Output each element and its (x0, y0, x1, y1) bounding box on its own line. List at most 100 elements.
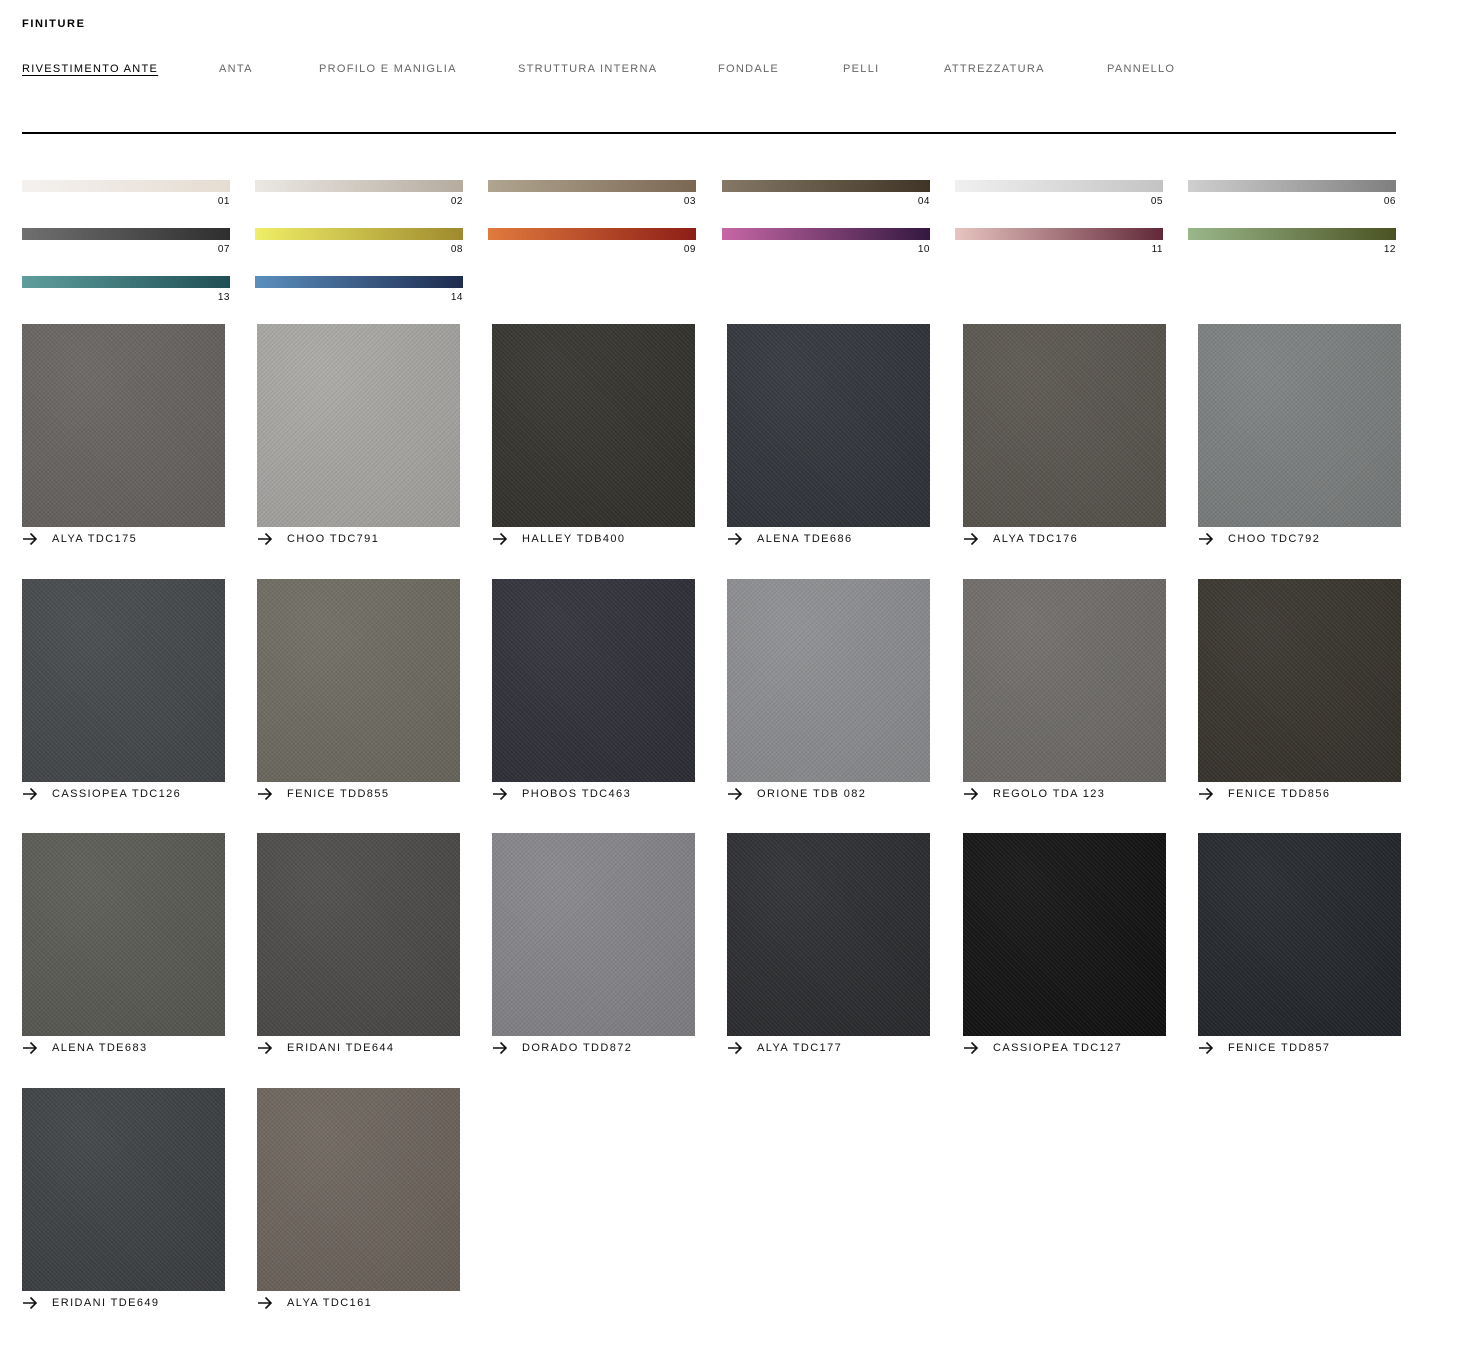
tab-fondale[interactable]: FONDALE (718, 63, 779, 75)
fabric-caption[interactable]: ALYA TDC176 (963, 531, 1193, 547)
arrow-right-icon (22, 1296, 38, 1310)
fabric-caption[interactable]: ALYA TDC175 (22, 531, 252, 547)
color-family-swatch[interactable]: 04 (722, 180, 930, 210)
fabric-card[interactable]: ALENA TDE683 (22, 833, 226, 1061)
color-family-number: 07 (217, 244, 230, 255)
fabric-caption[interactable]: HALLEY TDB400 (492, 531, 722, 547)
color-family-swatch[interactable]: 14 (255, 276, 463, 306)
fabric-swatch-image[interactable] (727, 579, 930, 782)
fabric-swatch-image[interactable] (963, 324, 1166, 527)
fabric-swatch-image[interactable] (492, 324, 695, 527)
fabric-caption[interactable]: REGOLO TDA 123 (963, 786, 1193, 802)
arrow-right-icon (492, 1041, 508, 1055)
color-family-swatch[interactable]: 03 (488, 180, 696, 210)
arrow-right-icon (963, 532, 979, 546)
fabric-caption[interactable]: ALYA TDC161 (257, 1295, 487, 1311)
color-family-swatch[interactable]: 05 (955, 180, 1163, 210)
color-family-swatch[interactable]: 08 (255, 228, 463, 258)
fabric-caption[interactable]: ALENA TDE683 (22, 1040, 252, 1056)
fabric-caption[interactable]: ALYA TDC177 (727, 1040, 957, 1056)
fabric-caption[interactable]: CASSIOPEA TDC127 (963, 1040, 1193, 1056)
color-gradient-bar (488, 228, 696, 240)
fabric-caption[interactable]: CASSIOPEA TDC126 (22, 786, 252, 802)
fabric-card[interactable]: ALENA TDE686 (727, 324, 931, 552)
color-family-number: 05 (1150, 196, 1163, 207)
fabric-caption[interactable]: CHOO TDC791 (257, 531, 487, 547)
color-family-number: 02 (450, 196, 463, 207)
fabric-caption[interactable]: PHOBOS TDC463 (492, 786, 722, 802)
fabric-swatch-image[interactable] (257, 1088, 460, 1291)
fabric-swatch-image[interactable] (257, 833, 460, 1036)
color-family-number: 12 (1383, 244, 1396, 255)
fabric-card[interactable]: ALYA TDC161 (257, 1088, 461, 1316)
fabric-name: ERIDANI TDE644 (287, 1042, 395, 1054)
color-family-swatch[interactable]: 06 (1188, 180, 1396, 210)
color-gradient-bar (255, 180, 463, 192)
fabric-caption[interactable]: FENICE TDD855 (257, 786, 487, 802)
tab-struttura-interna[interactable]: STRUTTURA INTERNA (518, 63, 657, 75)
tab-pannello[interactable]: PANNELLO (1107, 63, 1175, 75)
tab-attrezzatura[interactable]: ATTREZZATURA (944, 63, 1045, 75)
fabric-swatch-image[interactable] (22, 324, 225, 527)
tab-rivestimento-ante[interactable]: RIVESTIMENTO ANTE (22, 63, 158, 75)
color-family-swatch[interactable]: 01 (22, 180, 230, 210)
fabric-swatch-image[interactable] (1198, 324, 1401, 527)
fabric-swatch-image[interactable] (492, 579, 695, 782)
fabric-card[interactable]: CASSIOPEA TDC126 (22, 579, 226, 807)
arrow-right-icon (492, 532, 508, 546)
fabric-card[interactable]: PHOBOS TDC463 (492, 579, 696, 807)
fabric-caption[interactable]: ERIDANI TDE644 (257, 1040, 487, 1056)
fabric-caption[interactable]: DORADO TDD872 (492, 1040, 722, 1056)
fabric-swatch-image[interactable] (22, 833, 225, 1036)
color-family-swatch[interactable]: 10 (722, 228, 930, 258)
fabric-swatch-image[interactable] (257, 579, 460, 782)
fabric-caption[interactable]: FENICE TDD857 (1198, 1040, 1428, 1056)
tab-pelli[interactable]: PELLI (843, 63, 879, 75)
fabric-card[interactable]: FENICE TDD855 (257, 579, 461, 807)
fabric-swatch-image[interactable] (1198, 833, 1401, 1036)
color-gradient-bar (955, 228, 1163, 240)
fabric-card[interactable]: FENICE TDD857 (1198, 833, 1402, 1061)
fabric-caption[interactable]: FENICE TDD856 (1198, 786, 1428, 802)
fabric-card[interactable]: ALYA TDC176 (963, 324, 1167, 552)
fabric-card[interactable]: ERIDANI TDE644 (257, 833, 461, 1061)
fabric-card[interactable]: REGOLO TDA 123 (963, 579, 1167, 807)
fabric-card[interactable]: ORIONE TDB 082 (727, 579, 931, 807)
color-family-number: 06 (1383, 196, 1396, 207)
fabric-card[interactable]: ALYA TDC177 (727, 833, 931, 1061)
arrow-right-icon (727, 1041, 743, 1055)
fabric-swatch-image[interactable] (22, 579, 225, 782)
arrow-right-icon (22, 787, 38, 801)
fabric-swatch-image[interactable] (727, 324, 930, 527)
color-family-swatch[interactable]: 07 (22, 228, 230, 258)
fabric-caption[interactable]: CHOO TDC792 (1198, 531, 1428, 547)
fabric-card[interactable]: ALYA TDC175 (22, 324, 226, 552)
color-family-number: 04 (917, 196, 930, 207)
arrow-right-icon (492, 787, 508, 801)
color-family-swatch[interactable]: 09 (488, 228, 696, 258)
tab-profilo-e-maniglia[interactable]: PROFILO E MANIGLIA (319, 63, 457, 75)
fabric-card[interactable]: DORADO TDD872 (492, 833, 696, 1061)
fabric-card[interactable]: FENICE TDD856 (1198, 579, 1402, 807)
fabric-card[interactable]: CHOO TDC791 (257, 324, 461, 552)
fabric-card[interactable]: HALLEY TDB400 (492, 324, 696, 552)
fabric-swatch-image[interactable] (22, 1088, 225, 1291)
fabric-caption[interactable]: ALENA TDE686 (727, 531, 957, 547)
color-family-swatch[interactable]: 11 (955, 228, 1163, 258)
fabric-swatch-image[interactable] (257, 324, 460, 527)
fabric-swatch-image[interactable] (1198, 579, 1401, 782)
fabric-swatch-image[interactable] (963, 833, 1166, 1036)
color-family-swatch[interactable]: 13 (22, 276, 230, 306)
fabric-swatch-image[interactable] (727, 833, 930, 1036)
fabric-caption[interactable]: ORIONE TDB 082 (727, 786, 957, 802)
fabric-card[interactable]: ERIDANI TDE649 (22, 1088, 226, 1316)
fabric-card[interactable]: CHOO TDC792 (1198, 324, 1402, 552)
tab-anta[interactable]: ANTA (219, 63, 253, 75)
fabric-swatch-image[interactable] (963, 579, 1166, 782)
color-family-swatch[interactable]: 02 (255, 180, 463, 210)
color-family-swatch[interactable]: 12 (1188, 228, 1396, 258)
fabric-swatch-image[interactable] (492, 833, 695, 1036)
fabric-card[interactable]: CASSIOPEA TDC127 (963, 833, 1167, 1061)
fabric-name: ERIDANI TDE649 (52, 1297, 160, 1309)
fabric-caption[interactable]: ERIDANI TDE649 (22, 1295, 252, 1311)
